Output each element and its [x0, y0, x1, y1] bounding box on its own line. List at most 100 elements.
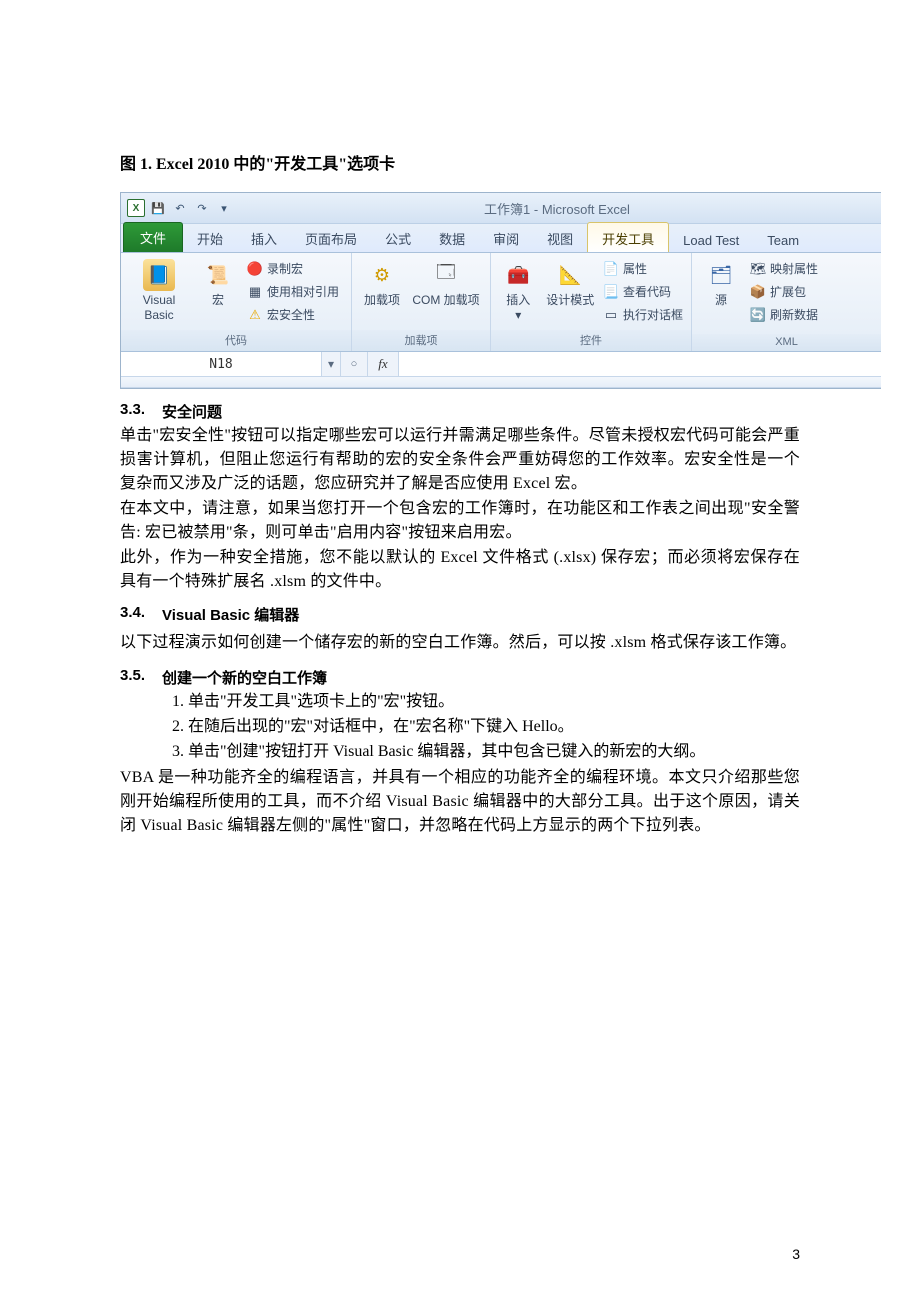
expansion-button[interactable]: 📦 扩展包 [748, 282, 820, 301]
heading-3-3-num: 3.3. [120, 401, 154, 422]
column-headers-strip [121, 377, 881, 388]
undo-icon[interactable]: ↶ [171, 199, 189, 217]
relative-ref-button[interactable]: ▦ 使用相对引用 [245, 282, 341, 301]
map-props-button[interactable]: 🗺 映射属性 [748, 259, 820, 278]
com-addins-button[interactable]: 🗔 COM 加载项 [409, 257, 483, 308]
record-icon: 🔴 [247, 261, 263, 277]
group-controls-label: 控件 [491, 330, 691, 351]
run-dialog-label: 执行对话框 [623, 306, 683, 323]
macros-label: 宏 [212, 293, 224, 308]
tab-data[interactable]: 数据 [425, 223, 479, 252]
para-33b: 在本文中，请注意，如果当您打开一个包含宏的工作簿时，在功能区和工作表之间出现"安… [120, 497, 800, 545]
refresh-label: 刷新数据 [770, 306, 818, 323]
name-box[interactable]: N18 [121, 352, 322, 376]
steps-list: 单击"开发工具"选项卡上的"宏"按钮。 在随后出现的"宏"对话框中，在"宏名称"… [120, 690, 800, 764]
tab-developer[interactable]: 开发工具 [587, 222, 669, 252]
tab-file[interactable]: 文件 [123, 222, 183, 252]
design-mode-button[interactable]: 📐 设计模式 [543, 257, 597, 308]
step-3: 单击"创建"按钮打开 Visual Basic 编辑器，其中包含已键入的新宏的大… [188, 740, 800, 765]
heading-3-5-num: 3.5. [120, 667, 154, 688]
refresh-icon: 🔄 [750, 307, 766, 323]
step-2: 在随后出现的"宏"对话框中，在"宏名称"下键入 Hello。 [188, 715, 800, 740]
properties-icon: 📄 [603, 261, 619, 277]
addins-icon: ⚙ [366, 259, 398, 291]
properties-button[interactable]: 📄 属性 [601, 259, 685, 278]
para-34a: 以下过程演示如何创建一个储存宏的新的空白工作簿。然后，可以按 .xlsm 格式保… [120, 631, 800, 655]
source-label: 源 [715, 293, 727, 308]
formula-input[interactable] [399, 352, 881, 376]
tab-review[interactable]: 审阅 [479, 223, 533, 252]
tab-insert[interactable]: 插入 [237, 223, 291, 252]
group-xml: 🗂 源 🗺 映射属性 📦 扩展包 🔄 [692, 253, 881, 351]
tab-view[interactable]: 视图 [533, 223, 587, 252]
window-title: 工作簿1 - Microsoft Excel [233, 199, 881, 218]
insert-control-label: 插入▾ [506, 293, 530, 323]
tab-formulas[interactable]: 公式 [371, 223, 425, 252]
com-addins-icon: 🗔 [430, 259, 462, 291]
heading-3-3-title: 安全问题 [162, 401, 222, 422]
properties-label: 属性 [623, 260, 647, 277]
step-1: 单击"开发工具"选项卡上的"宏"按钮。 [188, 690, 800, 715]
ribbon: 📘 Visual Basic 📜 宏 🔴 录制宏 ▦ [121, 253, 881, 352]
fx-icon[interactable]: fx [368, 352, 399, 376]
tab-team[interactable]: Team [753, 227, 813, 252]
relative-ref-label: 使用相对引用 [267, 283, 339, 300]
heading-3-5-title: 创建一个新的空白工作簿 [162, 667, 327, 688]
para-33c: 此外，作为一种安全措施，您不能以默认的 Excel 文件格式 (.xlsx) 保… [120, 546, 800, 594]
titlebar: X 💾 ↶ ↷ ▾ 工作簿1 - Microsoft Excel [121, 193, 881, 224]
view-code-button[interactable]: 📃 查看代码 [601, 282, 685, 301]
formula-bar: N18 ▾ ○ fx [121, 352, 881, 377]
run-dialog-button[interactable]: ▭ 执行对话框 [601, 305, 685, 324]
design-mode-label: 设计模式 [546, 293, 594, 308]
heading-3-5: 3.5. 创建一个新的空白工作簿 [120, 667, 800, 688]
expansion-label: 扩展包 [770, 283, 806, 300]
relative-ref-icon: ▦ [247, 284, 263, 300]
addins-label: 加载项 [364, 293, 400, 308]
run-dialog-icon: ▭ [603, 307, 619, 323]
insert-control-icon: 🧰 [502, 259, 534, 291]
visual-basic-button[interactable]: 📘 Visual Basic [127, 257, 191, 323]
macro-security-button[interactable]: ⚠ 宏安全性 [245, 305, 341, 324]
ribbon-tabs: 文件 开始 插入 页面布局 公式 数据 审阅 视图 开发工具 Load Test… [121, 224, 881, 253]
group-controls: 🧰 插入▾ 📐 设计模式 📄 属性 📃 查 [491, 253, 692, 351]
tab-page-layout[interactable]: 页面布局 [291, 223, 371, 252]
insert-control-button[interactable]: 🧰 插入▾ [497, 257, 539, 323]
com-addins-label: COM 加载项 [412, 293, 479, 308]
page-number: 3 [792, 1246, 800, 1262]
macro-security-label: 宏安全性 [267, 306, 315, 323]
excel-logo-icon: X [127, 199, 145, 217]
name-box-dropdown-icon[interactable]: ▾ [322, 352, 341, 376]
figure-caption: 图 1. Excel 2010 中的"开发工具"选项卡 [120, 150, 800, 174]
warning-icon: ⚠ [247, 307, 263, 323]
source-icon: 🗂 [705, 259, 737, 291]
group-addins: ⚙ 加载项 🗔 COM 加载项 加载项 [352, 253, 491, 351]
para-33a: 单击"宏安全性"按钮可以指定哪些宏可以运行并需满足哪些条件。尽管未授权宏代码可能… [120, 424, 800, 496]
heading-3-4: 3.4. Visual Basic 编辑器 [120, 604, 800, 625]
tab-load-test[interactable]: Load Test [669, 227, 753, 252]
group-addins-label: 加载项 [352, 330, 490, 351]
map-props-icon: 🗺 [750, 261, 766, 277]
cancel-icon[interactable]: ○ [341, 352, 368, 376]
heading-3-4-title: Visual Basic 编辑器 [162, 604, 299, 625]
source-button[interactable]: 🗂 源 [698, 257, 744, 308]
macros-button[interactable]: 📜 宏 [195, 257, 241, 308]
record-macro-label: 录制宏 [267, 260, 303, 277]
quick-access-toolbar: X 💾 ↶ ↷ ▾ [121, 199, 233, 217]
excel-screenshot: X 💾 ↶ ↷ ▾ 工作簿1 - Microsoft Excel 文件 开始 插… [120, 192, 881, 389]
save-icon[interactable]: 💾 [149, 199, 167, 217]
view-code-icon: 📃 [603, 284, 619, 300]
qat-dropdown-icon[interactable]: ▾ [215, 199, 233, 217]
map-props-label: 映射属性 [770, 260, 818, 277]
redo-icon[interactable]: ↷ [193, 199, 211, 217]
para-35b: VBA 是一种功能齐全的编程语言，并具有一个相应的功能齐全的编程环境。本文只介绍… [120, 766, 800, 838]
design-mode-icon: 📐 [554, 259, 586, 291]
heading-3-4-num: 3.4. [120, 604, 154, 625]
heading-3-3: 3.3. 安全问题 [120, 401, 800, 422]
view-code-label: 查看代码 [623, 283, 671, 300]
record-macro-button[interactable]: 🔴 录制宏 [245, 259, 341, 278]
refresh-button[interactable]: 🔄 刷新数据 [748, 305, 820, 324]
tab-home[interactable]: 开始 [183, 223, 237, 252]
group-code-label: 代码 [121, 330, 351, 351]
addins-button[interactable]: ⚙ 加载项 [359, 257, 405, 308]
expansion-icon: 📦 [750, 284, 766, 300]
